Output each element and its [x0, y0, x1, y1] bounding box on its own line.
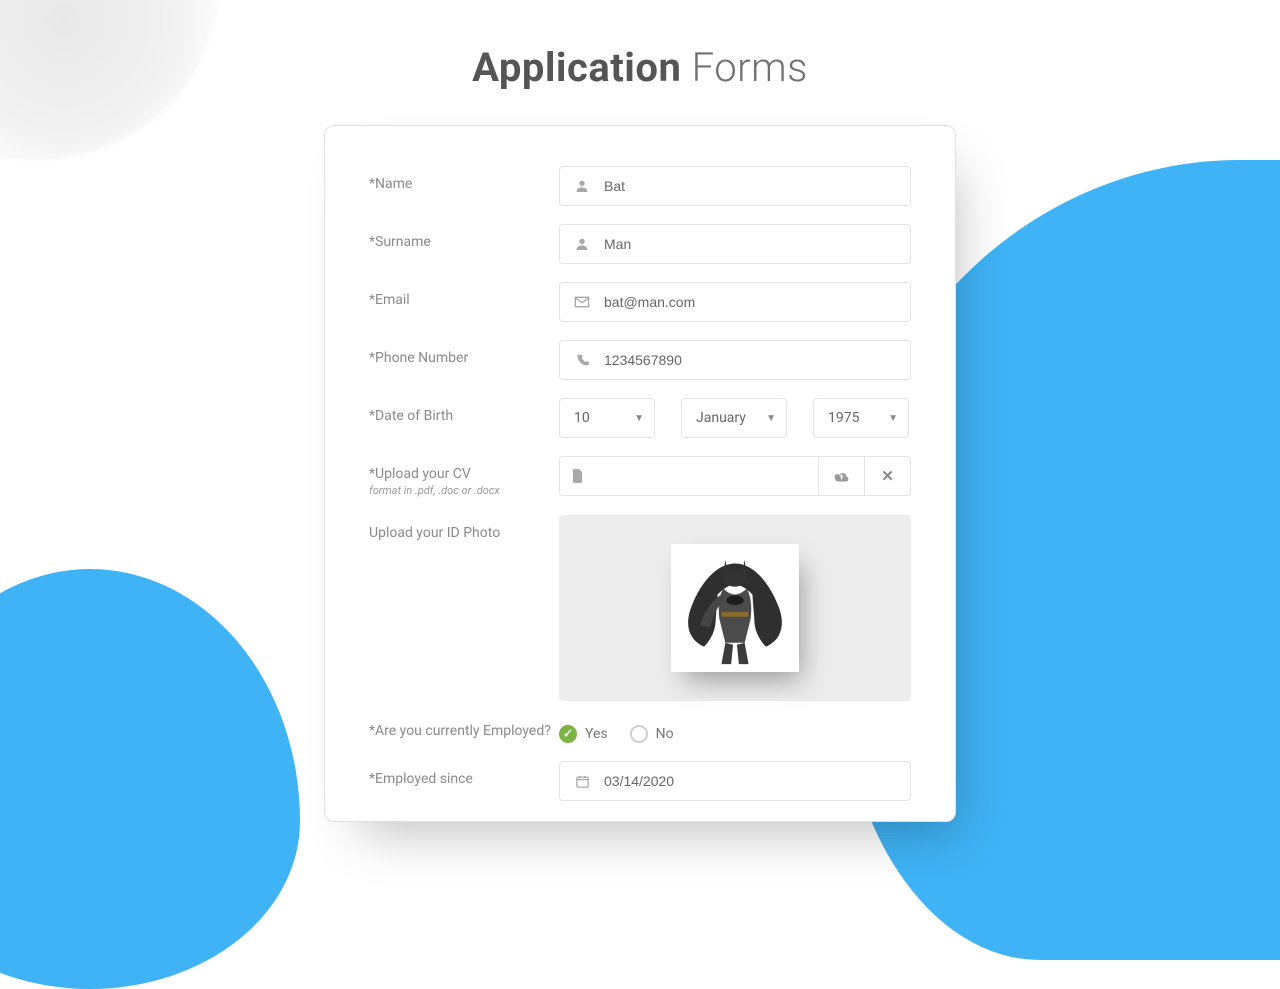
- dob-year-select[interactable]: 1975 ▼: [813, 398, 909, 438]
- phone-field[interactable]: [604, 341, 910, 379]
- page-title-light: Forms: [692, 44, 808, 91]
- cv-clear-button[interactable]: ✕: [865, 456, 911, 496]
- row-dob: *Date of Birth 10 ▼ January ▼ 1975 ▼: [369, 398, 911, 438]
- page-title: Application Forms: [0, 44, 1280, 91]
- cv-upload-button[interactable]: [819, 456, 865, 496]
- close-icon: ✕: [881, 467, 894, 485]
- radio-checked-icon: [559, 725, 577, 743]
- photo-dropzone[interactable]: [559, 515, 911, 701]
- input-wrap-phone: [559, 340, 911, 380]
- row-phone: *Phone Number: [369, 340, 911, 380]
- employed-no-option[interactable]: No: [630, 725, 674, 743]
- label-dob: *Date of Birth: [369, 398, 559, 424]
- bg-blob-bottom-left: [0, 569, 300, 989]
- label-email: *Email: [369, 282, 559, 308]
- input-wrap-employed-since: [559, 761, 911, 801]
- row-cv: *Upload your CV format in .pdf, .doc or …: [369, 456, 911, 497]
- photo-thumbnail: [671, 544, 799, 672]
- input-wrap-name: [559, 166, 911, 206]
- dob-month-select[interactable]: January ▼: [681, 398, 787, 438]
- label-cv: *Upload your CV: [369, 466, 559, 482]
- surname-field[interactable]: [604, 225, 910, 263]
- label-photo: Upload your ID Photo: [369, 515, 559, 541]
- dob-day-value: 10: [574, 410, 590, 426]
- cv-filename-display[interactable]: [559, 456, 819, 496]
- uploaded-photo-preview: [677, 550, 793, 666]
- chevron-down-icon: ▼: [634, 413, 644, 424]
- dob-day-select[interactable]: 10 ▼: [559, 398, 655, 438]
- mail-icon: [560, 296, 604, 308]
- email-field[interactable]: [604, 283, 910, 321]
- label-name: *Name: [369, 166, 559, 192]
- radio-unchecked-icon: [630, 725, 648, 743]
- employed-yes-option[interactable]: Yes: [559, 725, 608, 743]
- form-card: *Name *Surname *Email: [324, 125, 956, 822]
- row-photo: Upload your ID Photo: [369, 515, 911, 701]
- input-wrap-email: [559, 282, 911, 322]
- calendar-icon: [560, 774, 604, 789]
- user-icon: [560, 178, 604, 194]
- name-field[interactable]: [604, 167, 910, 205]
- employed-no-label: No: [656, 726, 674, 742]
- input-wrap-surname: [559, 224, 911, 264]
- row-employed: *Are you currently Employed? Yes No: [369, 719, 911, 743]
- row-surname: *Surname: [369, 224, 911, 264]
- row-email: *Email: [369, 282, 911, 322]
- label-employed-since: *Employed since: [369, 761, 559, 787]
- label-employed: *Are you currently Employed?: [369, 719, 559, 739]
- dob-year-value: 1975: [828, 410, 859, 426]
- user-icon: [560, 236, 604, 252]
- page-title-strong: Application: [472, 44, 681, 91]
- chevron-down-icon: ▼: [888, 413, 898, 424]
- cloud-upload-icon: [833, 470, 850, 483]
- file-icon: [572, 469, 583, 483]
- label-cv-col: *Upload your CV format in .pdf, .doc or …: [369, 456, 559, 497]
- label-surname: *Surname: [369, 224, 559, 250]
- employed-since-field[interactable]: [604, 762, 910, 800]
- employed-yes-label: Yes: [585, 726, 608, 742]
- row-name: *Name: [369, 166, 911, 206]
- dob-month-value: January: [696, 410, 746, 426]
- row-employed-since: *Employed since: [369, 761, 911, 801]
- chevron-down-icon: ▼: [766, 413, 776, 424]
- label-cv-hint: format in .pdf, .doc or .docx: [369, 484, 559, 497]
- label-phone: *Phone Number: [369, 340, 559, 366]
- phone-icon: [560, 353, 604, 368]
